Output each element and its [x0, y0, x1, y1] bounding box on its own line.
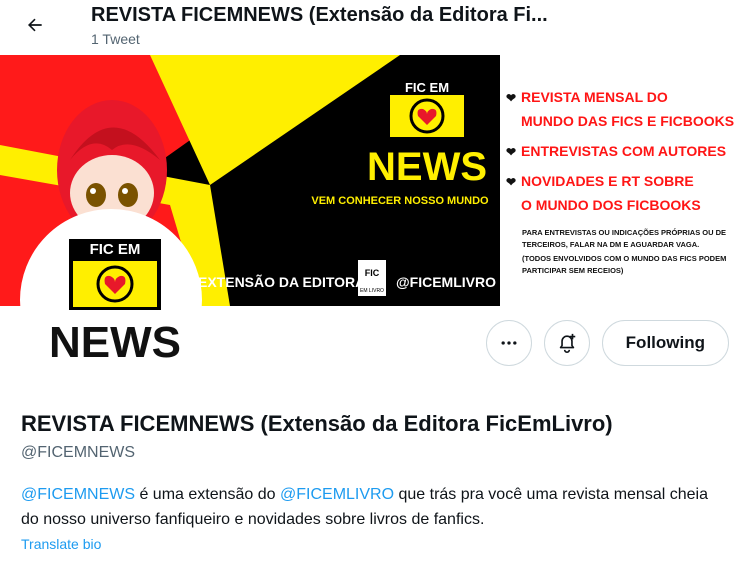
banner-note-line-4: PARTICIPAR SEM RECEIOS)	[522, 266, 624, 275]
banner-bullet-2-line-1: ENTREVISTAS COM AUTORES	[521, 143, 726, 159]
profile-actions: Following	[485, 320, 729, 366]
tweet-count: 1 Tweet	[91, 31, 140, 47]
banner-note-line-1: PARA ENTREVISTAS OU INDICAÇÕES PRÓPRIAS …	[522, 228, 726, 237]
banner-footer-right: @FICEMLIVRO	[396, 274, 496, 290]
banner-bullet-1-line-2: MUNDO DAS FICS E FICBOOKS	[521, 113, 734, 129]
bio-text-1: é uma extensão do	[135, 486, 280, 503]
more-button[interactable]	[485, 320, 532, 366]
profile-handle: @FICEMNEWS	[21, 444, 136, 461]
banner-footer-logo-bottom: EM LIVRO	[360, 288, 384, 294]
heart-bullet-icon: ❤	[506, 91, 516, 105]
following-button[interactable]: Following	[601, 320, 729, 366]
banner-bullet-3-line-1: NOVIDADES E RT SOBRE	[521, 173, 694, 189]
avatar-logo-bottom: NEWS	[49, 318, 181, 367]
notifications-button[interactable]	[543, 320, 590, 366]
banner-logo-top: FIC EM	[405, 80, 449, 95]
banner-bullet-3-line-2: O MUNDO DOS FICBOOKS	[521, 197, 701, 213]
banner-logo-bottom: NEWS	[367, 145, 487, 189]
banner-bullet-1-line-1: REVISTA MENSAL DO	[521, 89, 668, 105]
banner-footer-left: EXTENSÃO DA EDITORA	[198, 273, 365, 290]
profile-bio: @FICEMNEWS é uma extensão do @FICEMLIVRO…	[21, 482, 721, 532]
bio-mention-ficemlivro[interactable]: @FICEMLIVRO	[280, 486, 394, 503]
avatar-logo-top: FIC EM	[90, 241, 141, 258]
header-title: REVISTA FICEMNEWS (Extensão da Editora F…	[91, 4, 548, 26]
profile-header: REVISTA FICEMNEWS (Extensão da Editora F…	[0, 0, 755, 55]
avatar[interactable]: FIC EM NEWS	[20, 209, 202, 391]
back-button[interactable]	[18, 8, 52, 42]
more-horizontal-icon	[501, 341, 517, 345]
banner-footer-logo-top: FIC	[365, 268, 380, 278]
heart-bullet-icon: ❤	[506, 175, 516, 189]
bio-mention-ficemnews[interactable]: @FICEMNEWS	[21, 486, 135, 503]
bell-plus-icon	[559, 333, 575, 353]
arrow-left-icon	[28, 18, 42, 32]
banner-note-line-3: (TODOS ENVOLVIDOS COM O MUNDO DAS FICS P…	[522, 254, 726, 263]
heart-bullet-icon: ❤	[506, 145, 516, 159]
translate-bio-link[interactable]: Translate bio	[21, 536, 101, 552]
banner-tagline: VEM CONHECER NOSSO MUNDO	[311, 195, 489, 207]
avatar-logo: FIC EM NEWS	[24, 213, 198, 387]
banner-note-line-2: TERCEIROS, FALAR NA DM E AGUARDAR VAGA.	[522, 240, 699, 249]
profile-name: REVISTA FICEMNEWS (Extensão da Editora F…	[21, 411, 613, 436]
